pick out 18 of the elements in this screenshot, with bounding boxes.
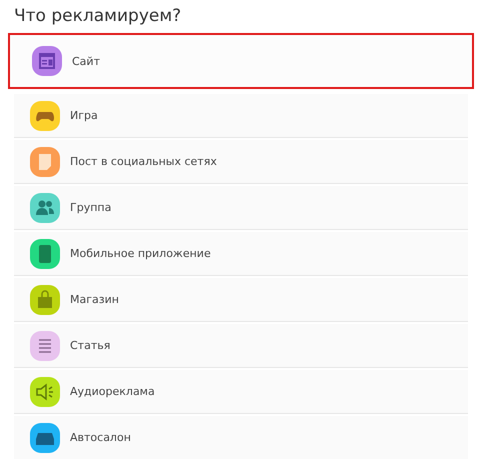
option-item[interactable]: Пост в социальных сетях: [14, 140, 468, 184]
option-item[interactable]: Статья: [14, 324, 468, 368]
note-icon: [30, 146, 60, 176]
gamepad-icon: [30, 100, 60, 130]
page-title: Что рекламируем?: [13, 5, 182, 28]
option-item[interactable]: Мобильное приложение: [14, 232, 468, 276]
people-icon: [30, 192, 60, 222]
option-item[interactable]: Магазин: [14, 278, 468, 322]
option-item[interactable]: Игра: [14, 94, 468, 138]
shopping-bag-icon: [30, 284, 60, 314]
text-lines-icon: [30, 330, 60, 360]
option-item[interactable]: Аудиореклама: [14, 370, 468, 414]
phone-icon: [30, 238, 60, 268]
speaker-icon: [30, 376, 60, 406]
option-item[interactable]: Сайт: [8, 33, 474, 89]
option-item[interactable]: Группа: [14, 186, 468, 230]
browser-window-icon: [32, 46, 62, 76]
option-item[interactable]: Автосалон: [14, 416, 468, 459]
